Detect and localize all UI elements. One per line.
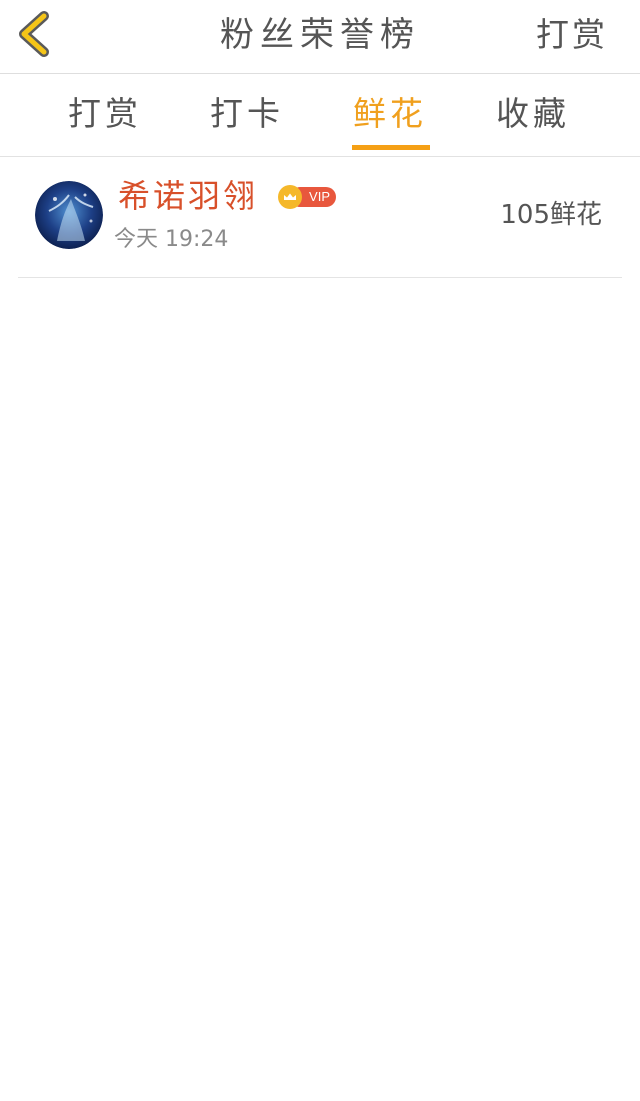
- list-item[interactable]: 希诺羽翎 VIP 今天 19:24 105鲜花: [18, 157, 622, 278]
- tip-button[interactable]: 打赏: [536, 12, 608, 58]
- timestamp: 今天 19:24: [114, 227, 229, 252]
- crown-icon: [278, 185, 302, 209]
- tab-bar: 打赏 打卡 鲜花 收藏: [0, 74, 640, 157]
- tab-tip[interactable]: 打赏: [55, 92, 155, 136]
- fan-ranking-page: 粉丝荣誉榜 打赏 打赏 打卡 鲜花 收藏 希诺羽翎 VIP 今天 19:24 1…: [0, 0, 640, 1101]
- user-name[interactable]: 希诺羽翎: [118, 175, 258, 217]
- top-bar: 粉丝荣誉榜 打赏: [0, 0, 640, 74]
- tab-checkin[interactable]: 打卡: [197, 92, 297, 136]
- vip-badge: VIP: [278, 185, 336, 209]
- tab-flowers[interactable]: 鲜花: [340, 92, 440, 136]
- flower-count: 105鲜花: [500, 200, 602, 230]
- active-tab-indicator: [352, 145, 430, 150]
- avatar[interactable]: [35, 181, 103, 249]
- tab-favorites[interactable]: 收藏: [483, 92, 583, 136]
